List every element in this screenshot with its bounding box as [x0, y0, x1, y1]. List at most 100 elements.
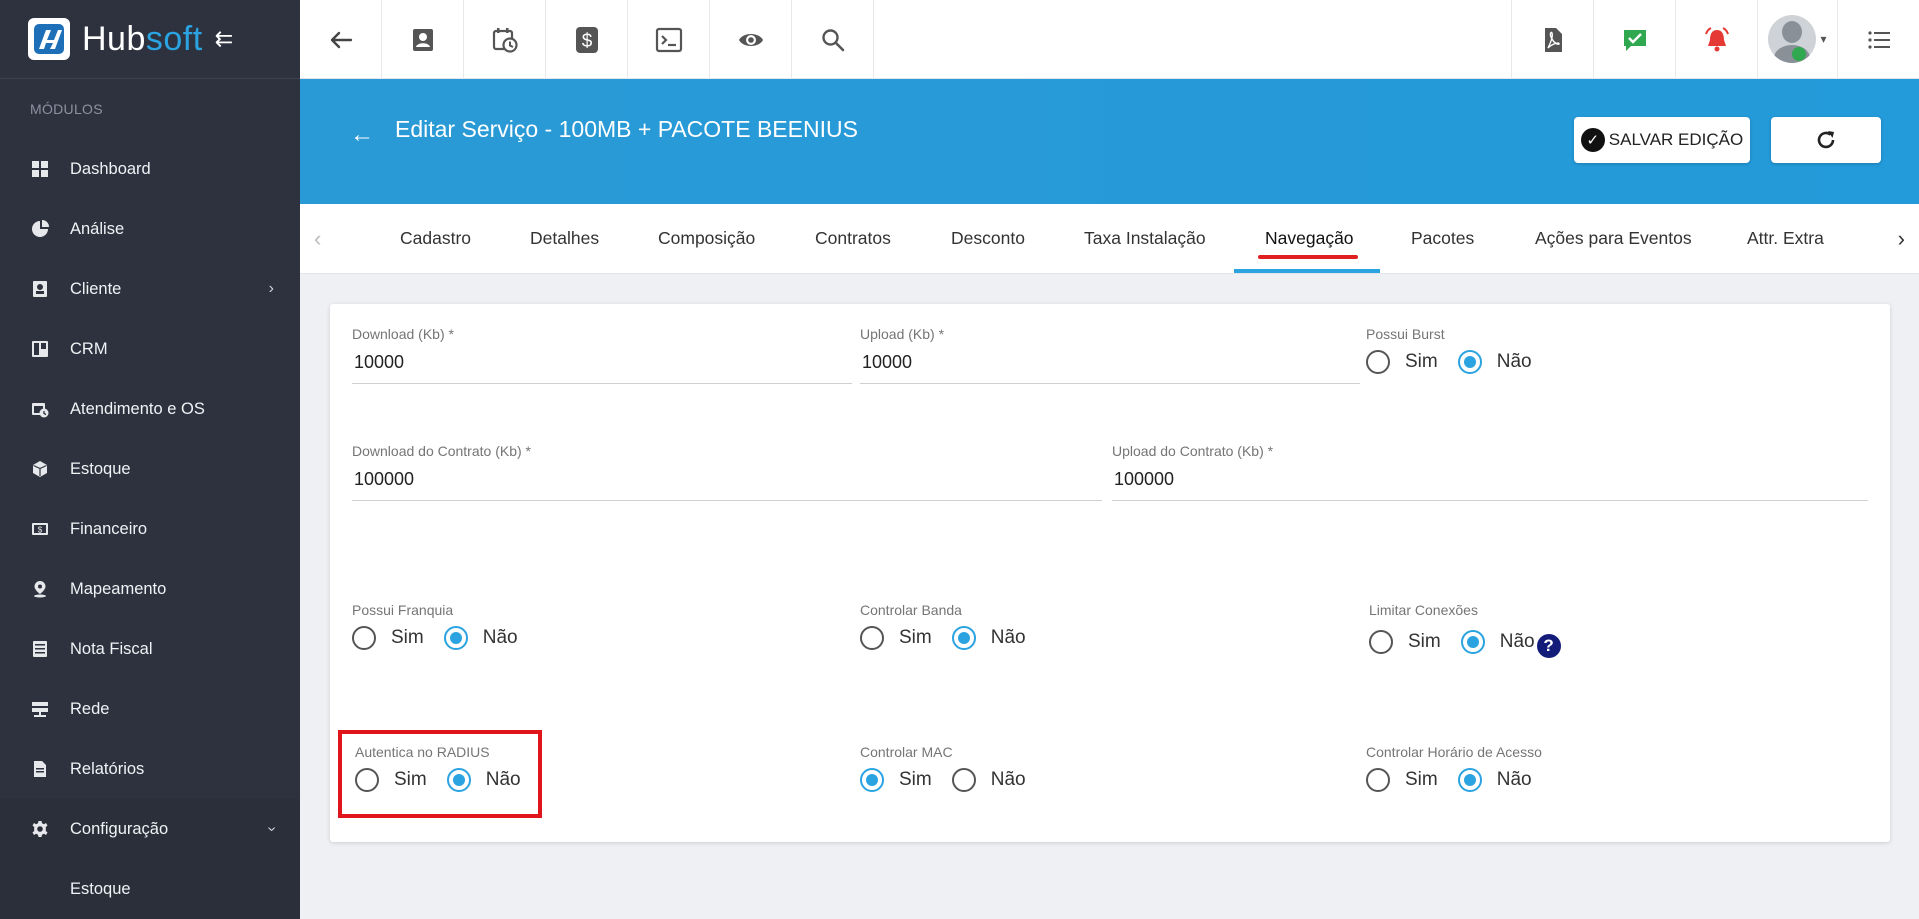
tab-desconto[interactable]: Desconto: [951, 228, 1025, 249]
possui-burst-nao-radio[interactable]: Não: [1457, 350, 1532, 374]
sidebar-item-nota-fiscal[interactable]: Nota Fiscal: [0, 619, 300, 679]
list-icon: [1867, 30, 1890, 49]
download-contrato-input[interactable]: 100000: [352, 467, 1102, 501]
svg-text:$: $: [38, 526, 43, 535]
collapse-sidebar-icon[interactable]: ⇇: [215, 26, 233, 52]
server-icon: [30, 699, 50, 719]
alarm-bell-icon: [1704, 26, 1729, 51]
document-icon: [30, 759, 50, 779]
topbar-right-group: ▾: [1511, 0, 1919, 79]
board-icon: [30, 339, 50, 359]
back-button[interactable]: [300, 0, 382, 79]
controlar-mac-nao-radio[interactable]: Não: [951, 768, 1026, 792]
sidebar-item-financeiro[interactable]: $ Financeiro: [0, 499, 300, 559]
sidebar-item-atendimento[interactable]: Atendimento e OS: [0, 379, 300, 439]
view-shortcut-button[interactable]: [710, 0, 792, 79]
sidebar-item-dashboard[interactable]: Dashboard: [0, 139, 300, 199]
topbar: $ ▾: [300, 0, 1919, 79]
money-icon: $: [30, 519, 50, 539]
tab-detalhes[interactable]: Detalhes: [530, 228, 599, 249]
box-icon: [30, 459, 50, 479]
terminal-shortcut-button[interactable]: [628, 0, 710, 79]
controlar-mac-sim-radio[interactable]: Sim: [860, 768, 932, 792]
sidebar-item-cliente[interactable]: Cliente ›: [0, 259, 300, 319]
controlar-horario-nao-radio[interactable]: Não: [1457, 768, 1532, 792]
possui-burst-radio-group: Sim Não: [1366, 350, 1766, 374]
sidebar-item-label: Análise: [70, 219, 125, 238]
possui-burst-field: Possui Burst Sim Não: [1366, 326, 1766, 374]
limitar-conexoes-label: Limitar Conexões: [1369, 602, 1478, 618]
limitar-conexoes-nao-radio[interactable]: Não: [1460, 630, 1535, 654]
clients-shortcut-button[interactable]: [382, 0, 464, 79]
tab-composicao[interactable]: Composição: [658, 228, 755, 249]
page-header: ← Editar Serviço - 100MB + PACOTE BEENIU…: [300, 79, 1919, 204]
tab-attr-extra[interactable]: Attr. Extra: [1747, 228, 1824, 249]
possui-burst-sim-radio[interactable]: Sim: [1366, 350, 1438, 374]
possui-franquia-sim-radio[interactable]: Sim: [352, 626, 424, 650]
user-menu-button[interactable]: ▾: [1757, 0, 1837, 78]
sidebar-item-relatorios[interactable]: Relatórios: [0, 739, 300, 799]
tab-acoes-eventos[interactable]: Ações para Eventos: [1535, 228, 1692, 249]
tab-bar: ‹ Cadastro Detalhes Composição Contratos…: [300, 204, 1919, 274]
sidebar-item-estoque[interactable]: Estoque: [0, 439, 300, 499]
tabs-scroll-right-icon[interactable]: ›: [1898, 226, 1905, 252]
controlar-horario-sim-radio[interactable]: Sim: [1366, 768, 1438, 792]
back-arrow-icon: [330, 31, 352, 48]
download-label: Download (Kb) *: [352, 326, 454, 342]
upload-contrato-input[interactable]: 100000: [1112, 467, 1868, 501]
hubsoft-logo-icon[interactable]: [28, 18, 70, 60]
avatar: [1768, 15, 1817, 63]
download-contrato-label: Download do Contrato (Kb) *: [352, 443, 531, 459]
alerts-button[interactable]: [1675, 0, 1757, 79]
sidebar-item-crm[interactable]: CRM: [0, 319, 300, 379]
modules-section-label: MÓDULOS: [30, 101, 103, 117]
pdf-button[interactable]: [1511, 0, 1593, 79]
tab-navegacao[interactable]: Navegação: [1265, 228, 1354, 249]
save-edit-button[interactable]: ✓ SALVAR EDIÇÃO: [1574, 117, 1750, 163]
page-title: Editar Serviço - 100MB + PACOTE BEENIUS: [395, 116, 858, 142]
calendar-clock-icon: [492, 27, 518, 53]
limitar-conexoes-radio-group: Sim Não ?: [1369, 626, 1769, 658]
tab-annotation-underline: [1258, 255, 1358, 259]
upload-input[interactable]: 10000: [860, 350, 1360, 384]
download-field: Download (Kb) * 10000: [352, 326, 852, 384]
annotation-highlight-box: [338, 730, 542, 818]
chevron-down-icon: ›: [263, 826, 281, 832]
schedule-shortcut-button[interactable]: [464, 0, 546, 79]
controlar-mac-radio-group: Sim Não: [860, 768, 1260, 792]
download-input[interactable]: 10000: [352, 350, 852, 384]
sidebar-item-label: CRM: [70, 339, 108, 358]
sidebar-item-mapeamento[interactable]: Mapeamento: [0, 559, 300, 619]
search-button[interactable]: [792, 0, 874, 79]
possui-franquia-nao-radio[interactable]: Não: [443, 626, 518, 650]
controlar-banda-sim-radio[interactable]: Sim: [860, 626, 932, 650]
limitar-conexoes-sim-radio[interactable]: Sim: [1369, 630, 1441, 654]
tabs-scroll-left-icon[interactable]: ‹: [314, 226, 321, 252]
sidebar-item-configuracao[interactable]: Configuração ›: [0, 799, 300, 859]
eye-icon: [738, 33, 763, 46]
sidebar-item-analise[interactable]: Análise: [0, 199, 300, 259]
tab-taxa-instalacao[interactable]: Taxa Instalação: [1084, 228, 1206, 249]
sidebar-item-rede[interactable]: Rede: [0, 679, 300, 739]
controlar-mac-label: Controlar MAC: [860, 744, 953, 760]
tasks-button[interactable]: [1593, 0, 1675, 79]
check-circle-icon: ✓: [1580, 128, 1605, 152]
pdf-icon: [1544, 27, 1562, 52]
limitar-conexoes-field: Limitar Conexões Sim Não ?: [1369, 602, 1769, 658]
list-menu-button[interactable]: [1837, 0, 1919, 79]
controlar-banda-nao-radio[interactable]: Não: [951, 626, 1026, 650]
upload-field: Upload (Kb) * 10000: [860, 326, 1360, 384]
possui-burst-label: Possui Burst: [1366, 326, 1445, 342]
help-icon[interactable]: ?: [1536, 634, 1561, 658]
controlar-banda-field: Controlar Banda Sim Não: [860, 602, 1260, 650]
tab-pacotes[interactable]: Pacotes: [1411, 228, 1474, 249]
tab-cadastro[interactable]: Cadastro: [400, 228, 471, 249]
refresh-button[interactable]: [1771, 117, 1881, 163]
sidebar-item-label: Nota Fiscal: [70, 639, 153, 658]
tab-contratos[interactable]: Contratos: [815, 228, 891, 249]
back-arrow-icon[interactable]: ←: [350, 121, 374, 149]
finance-shortcut-button[interactable]: $: [546, 0, 628, 79]
sidebar-item-label: Mapeamento: [70, 579, 167, 598]
controlar-banda-label: Controlar Banda: [860, 602, 962, 618]
sidebar-subitem-estoque[interactable]: Estoque: [0, 859, 300, 919]
